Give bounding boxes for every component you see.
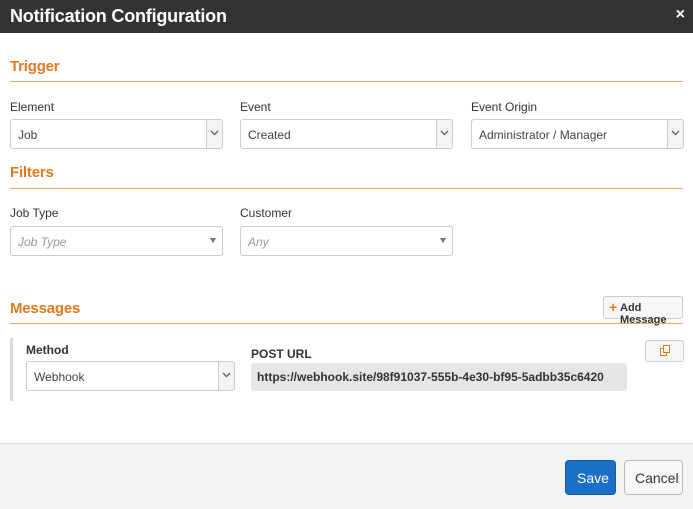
event-origin-select[interactable]: Administrator / Manager (471, 119, 684, 149)
event-label: Event (240, 100, 271, 114)
dialog-title: Notification Configuration (10, 6, 227, 26)
copy-icon (660, 345, 670, 356)
method-select[interactable]: Webhook (26, 361, 235, 391)
cancel-button-label: Cancel (635, 470, 679, 486)
element-label: Element (10, 100, 55, 114)
section-title-messages: Messages (10, 300, 81, 317)
method-select-value: Webhook (34, 370, 85, 384)
section-divider (10, 81, 683, 82)
section-divider (10, 323, 683, 324)
caret-down-icon[interactable] (440, 238, 446, 243)
chevron-down-icon[interactable] (206, 120, 222, 148)
chevron-down-icon[interactable] (436, 120, 452, 148)
save-button-label: Save (577, 470, 609, 486)
copy-button[interactable] (645, 340, 684, 362)
event-select[interactable]: Created (240, 119, 453, 149)
element-select[interactable]: Job (10, 119, 223, 149)
caret-down-icon[interactable] (210, 238, 216, 243)
close-icon[interactable]: × (676, 6, 685, 24)
event-origin-select-value: Administrator / Manager (479, 128, 608, 142)
job-type-label: Job Type (10, 206, 59, 220)
job-type-select[interactable]: Job Type (10, 226, 223, 256)
method-label: Method (26, 343, 69, 357)
customer-placeholder: Any (248, 235, 269, 249)
cancel-button[interactable]: Cancel (624, 460, 683, 495)
dialog-title-bar: Notification Configuration × (0, 0, 693, 33)
chevron-down-icon[interactable] (218, 362, 234, 390)
post-url-label: POST URL (251, 347, 312, 361)
post-url-value: https://webhook.site/98f91037-555b-4e30-… (257, 370, 604, 384)
element-select-value: Job (18, 128, 38, 142)
save-button[interactable]: Save (565, 460, 616, 495)
section-divider (10, 188, 683, 189)
job-type-placeholder: Job Type (18, 235, 67, 249)
customer-label: Customer (240, 206, 293, 220)
customer-select[interactable]: Any (240, 226, 453, 256)
section-title-filters: Filters (10, 164, 54, 181)
section-title-trigger: Trigger (10, 58, 60, 75)
chevron-down-icon[interactable] (667, 120, 683, 148)
event-origin-label: Event Origin (471, 100, 538, 114)
event-select-value: Created (248, 128, 291, 142)
add-message-button[interactable]: + Add Message (603, 296, 683, 326)
message-indicator-bar (10, 338, 13, 401)
plus-icon: + (609, 299, 618, 315)
post-url-field[interactable]: https://webhook.site/98f91037-555b-4e30-… (251, 363, 627, 391)
